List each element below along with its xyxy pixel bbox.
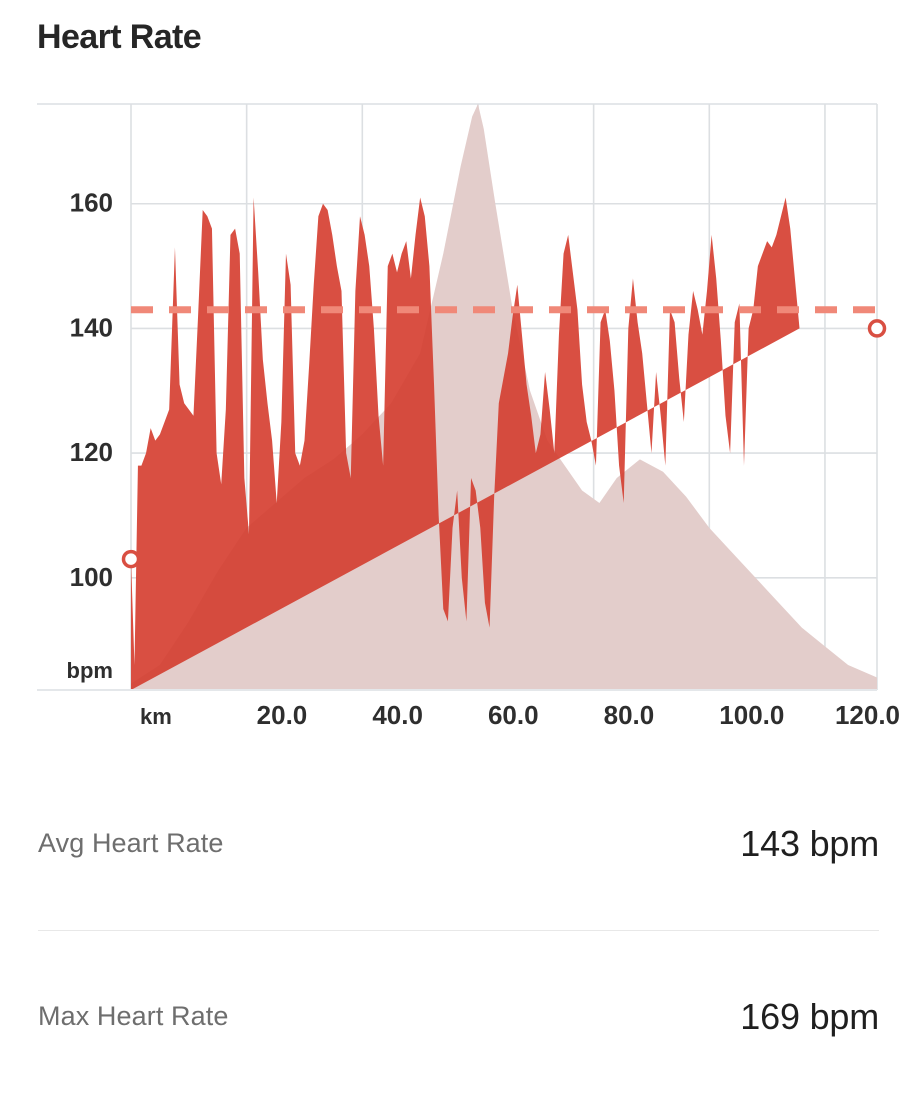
stat-value: 143 bpm xyxy=(740,823,879,865)
stat-row-max-heart-rate: Max Heart Rate 169 bpm xyxy=(0,930,917,1103)
stats-list: Avg Heart Rate 143 bpm Max Heart Rate 16… xyxy=(0,757,917,1103)
y-tick-label: 100 xyxy=(70,562,113,592)
stat-label: Max Heart Rate xyxy=(38,1001,228,1032)
elevation-overlay xyxy=(131,104,877,690)
heart-rate-chart-svg[interactable]: 100120140160 20.040.060.080.0100.0120.0 … xyxy=(0,96,917,736)
page-title: Heart Rate xyxy=(37,18,201,57)
x-tick-label: 20.0 xyxy=(257,700,308,730)
x-tick-label: 120.0 xyxy=(835,700,900,730)
end-marker xyxy=(870,321,885,336)
y-tick-label: 140 xyxy=(70,312,113,342)
y-axis-tick-labels: 100 120 140 160 xyxy=(70,188,113,592)
x-axis-tick-labels: 20.0 40.0 60.0 80.0 100.0 120.0 xyxy=(257,700,900,730)
x-tick-label: 80.0 xyxy=(604,700,655,730)
x-axis-unit-label: km xyxy=(140,704,172,729)
heart-rate-chart[interactable]: 100120140160 20.040.060.080.0100.0120.0 … xyxy=(0,96,917,736)
y-tick-label: 160 xyxy=(70,188,113,218)
y-tick-label: 120 xyxy=(70,437,113,467)
start-marker xyxy=(124,552,139,567)
x-tick-label: 100.0 xyxy=(719,700,784,730)
x-tick-label: 60.0 xyxy=(488,700,539,730)
y-axis-unit-label: bpm xyxy=(67,658,113,683)
heart-rate-card: Heart Rate xyxy=(0,0,917,1080)
x-tick-label: 40.0 xyxy=(372,700,423,730)
stat-value: 169 bpm xyxy=(740,996,879,1038)
stat-row-avg-heart-rate: Avg Heart Rate 143 bpm xyxy=(0,757,917,930)
stat-label: Avg Heart Rate xyxy=(38,828,224,859)
